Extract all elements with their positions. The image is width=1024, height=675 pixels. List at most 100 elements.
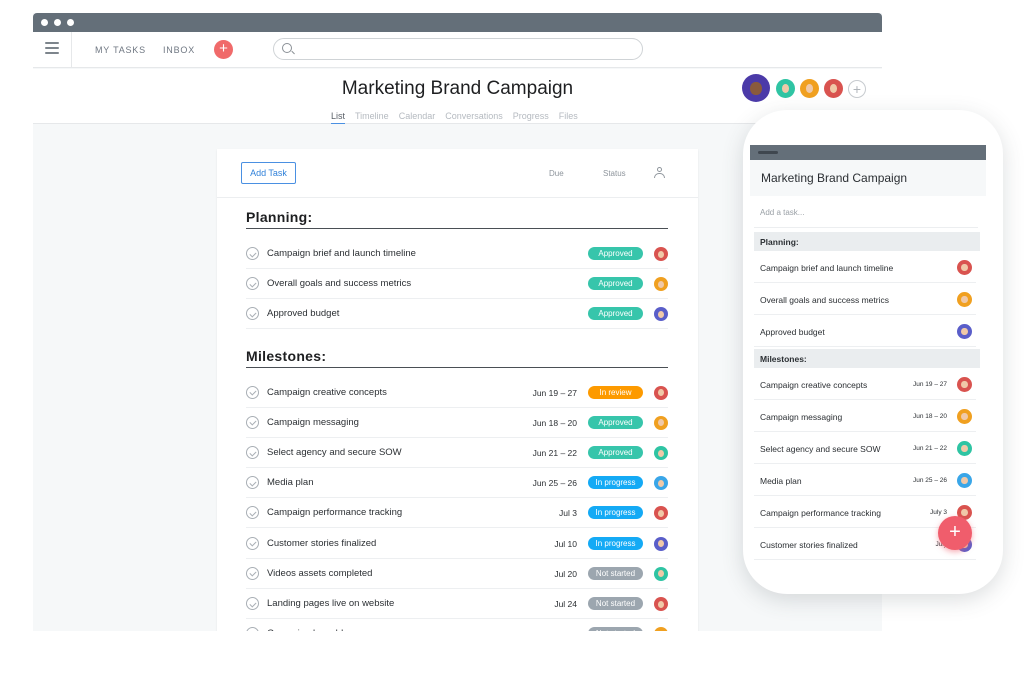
task-row[interactable]: Approved budget Approved [246,299,668,330]
avatar[interactable] [957,324,972,339]
avatar[interactable] [776,79,795,98]
checkmark-icon[interactable] [246,247,259,260]
status-badge[interactable]: In progress [588,506,643,520]
checkmark-icon[interactable] [246,597,259,610]
mobile-add-task-input[interactable]: Add a task... [760,208,804,217]
window-dot-icon[interactable] [54,19,61,26]
status-badge[interactable]: Not started [588,566,643,580]
task-name[interactable]: Media plan [267,477,313,488]
status-badge[interactable]: Approved [588,307,643,321]
avatar[interactable] [957,292,972,307]
status-badge[interactable]: Not started [588,627,643,631]
nav-inbox[interactable]: INBOX [163,45,195,55]
plus-icon[interactable]: + [938,516,972,550]
avatar[interactable] [957,441,972,456]
avatar[interactable] [654,536,668,551]
status-badge[interactable]: Approved [588,415,643,429]
status-badge[interactable]: In progress [588,536,643,550]
status-badge[interactable]: In progress [588,476,643,490]
checkmark-icon[interactable] [246,627,259,631]
add-task-button[interactable]: Add Task [241,162,296,184]
avatar[interactable] [742,74,770,102]
checkmark-icon[interactable] [246,446,259,459]
avatar[interactable] [957,377,972,392]
avatar[interactable] [824,79,843,98]
avatar[interactable] [654,385,668,400]
mobile-task-row[interactable]: Media plan Jun 25 – 26 [754,464,976,496]
task-name[interactable]: Campaign performance tracking [267,507,402,518]
plus-icon[interactable]: + [214,40,233,59]
checkmark-icon[interactable] [246,385,259,399]
avatar[interactable] [654,506,668,521]
task-name[interactable]: Landing pages live on website [267,598,394,609]
avatar[interactable] [654,415,668,430]
mobile-task-row[interactable]: Campaign brief and launch timeline [754,251,976,283]
tab-timeline[interactable]: Timeline [355,111,389,121]
task-row[interactable]: Campaign brief and launch timeline Approv… [246,239,668,269]
mobile-task-name[interactable]: Campaign brief and launch timeline [760,263,893,273]
mobile-task-name[interactable]: Campaign messaging [760,412,842,422]
mobile-task-name[interactable]: Select agency and secure SOW [760,444,880,454]
avatar[interactable] [957,409,972,424]
mobile-task-name[interactable]: Customer stories finalized [760,540,858,550]
status-badge[interactable]: In review [588,385,643,399]
window-dot-icon[interactable] [41,19,48,26]
mobile-task-row[interactable]: Campaign messaging Jun 18 – 20 [754,400,976,432]
avatar[interactable] [654,446,668,460]
avatar[interactable] [654,566,668,581]
checkmark-icon[interactable] [246,415,259,429]
avatar[interactable] [957,260,972,275]
tab-progress[interactable]: Progress [513,111,549,121]
task-row[interactable]: Landing pages live on website Jul 24 Not s… [246,589,668,619]
mobile-task-name[interactable]: Campaign creative concepts [760,380,867,390]
nav-my-tasks[interactable]: MY TASKS [95,45,146,55]
avatar[interactable] [800,79,819,98]
avatar[interactable] [654,476,668,491]
mobile-task-name[interactable]: Campaign performance tracking [760,508,881,518]
person-icon[interactable] [654,167,665,179]
menu-icon[interactable] [45,42,59,54]
task-row[interactable]: Campaign performance tracking Jul 3 In pro… [246,498,668,529]
tab-list[interactable]: List [331,111,346,124]
status-badge[interactable]: Approved [588,277,643,291]
avatar[interactable] [654,277,668,292]
task-row[interactable]: Campaign creative concepts Jun 19 – 27 In … [246,378,668,408]
avatar[interactable] [654,627,668,631]
mobile-task-row[interactable]: Campaign creative concepts Jun 19 – 27 [754,368,976,400]
status-badge[interactable]: Approved [588,446,643,459]
avatar[interactable] [654,247,668,261]
status-badge[interactable]: Not started [588,597,643,610]
task-row[interactable]: Customer stories finalized Jul 10 In progr… [246,529,668,559]
tab-files[interactable]: Files [559,111,578,121]
task-row[interactable]: Campaign messaging Jun 18 – 20 Approved [246,408,668,438]
mobile-task-row[interactable]: Overall goals and success metrics [754,283,976,315]
checkmark-icon[interactable] [246,307,259,321]
mobile-task-row[interactable]: Select agency and secure SOW Jun 21 – 22 [754,432,976,464]
checkmark-icon[interactable] [246,506,259,520]
task-row[interactable]: Campaign launch! Aug 1 Not started [246,619,668,631]
task-row[interactable]: Select agency and secure SOW Jun 21 – 22 A… [246,438,668,468]
status-badge[interactable]: Approved [588,247,643,260]
mobile-task-name[interactable]: Approved budget [760,327,825,337]
checkmark-icon[interactable] [246,536,259,550]
task-name[interactable]: Overall goals and success metrics [267,278,411,289]
mobile-task-row[interactable]: Approved budget [754,315,976,347]
task-name[interactable]: Videos assets completed [267,568,372,579]
add-member-icon[interactable]: + [848,80,866,98]
task-name[interactable]: Campaign launch! [267,628,344,631]
task-name[interactable]: Campaign brief and launch timeline [267,248,416,259]
mobile-task-name[interactable]: Overall goals and success metrics [760,295,889,305]
window-dot-icon[interactable] [67,19,74,26]
avatar[interactable] [654,307,668,322]
task-name[interactable]: Select agency and secure SOW [267,447,402,458]
task-row[interactable]: Media plan Jun 25 – 26 In progress [246,468,668,499]
tab-calendar[interactable]: Calendar [399,111,436,121]
checkmark-icon[interactable] [246,476,259,490]
task-row[interactable]: Videos assets completed Jul 20 Not started [246,559,668,589]
task-row[interactable]: Overall goals and success metrics Approve… [246,269,668,300]
task-name[interactable]: Approved budget [267,308,339,319]
task-name[interactable]: Campaign creative concepts [267,387,387,398]
tab-conversations[interactable]: Conversations [445,111,503,121]
avatar[interactable] [654,597,668,611]
checkmark-icon[interactable] [246,566,259,580]
